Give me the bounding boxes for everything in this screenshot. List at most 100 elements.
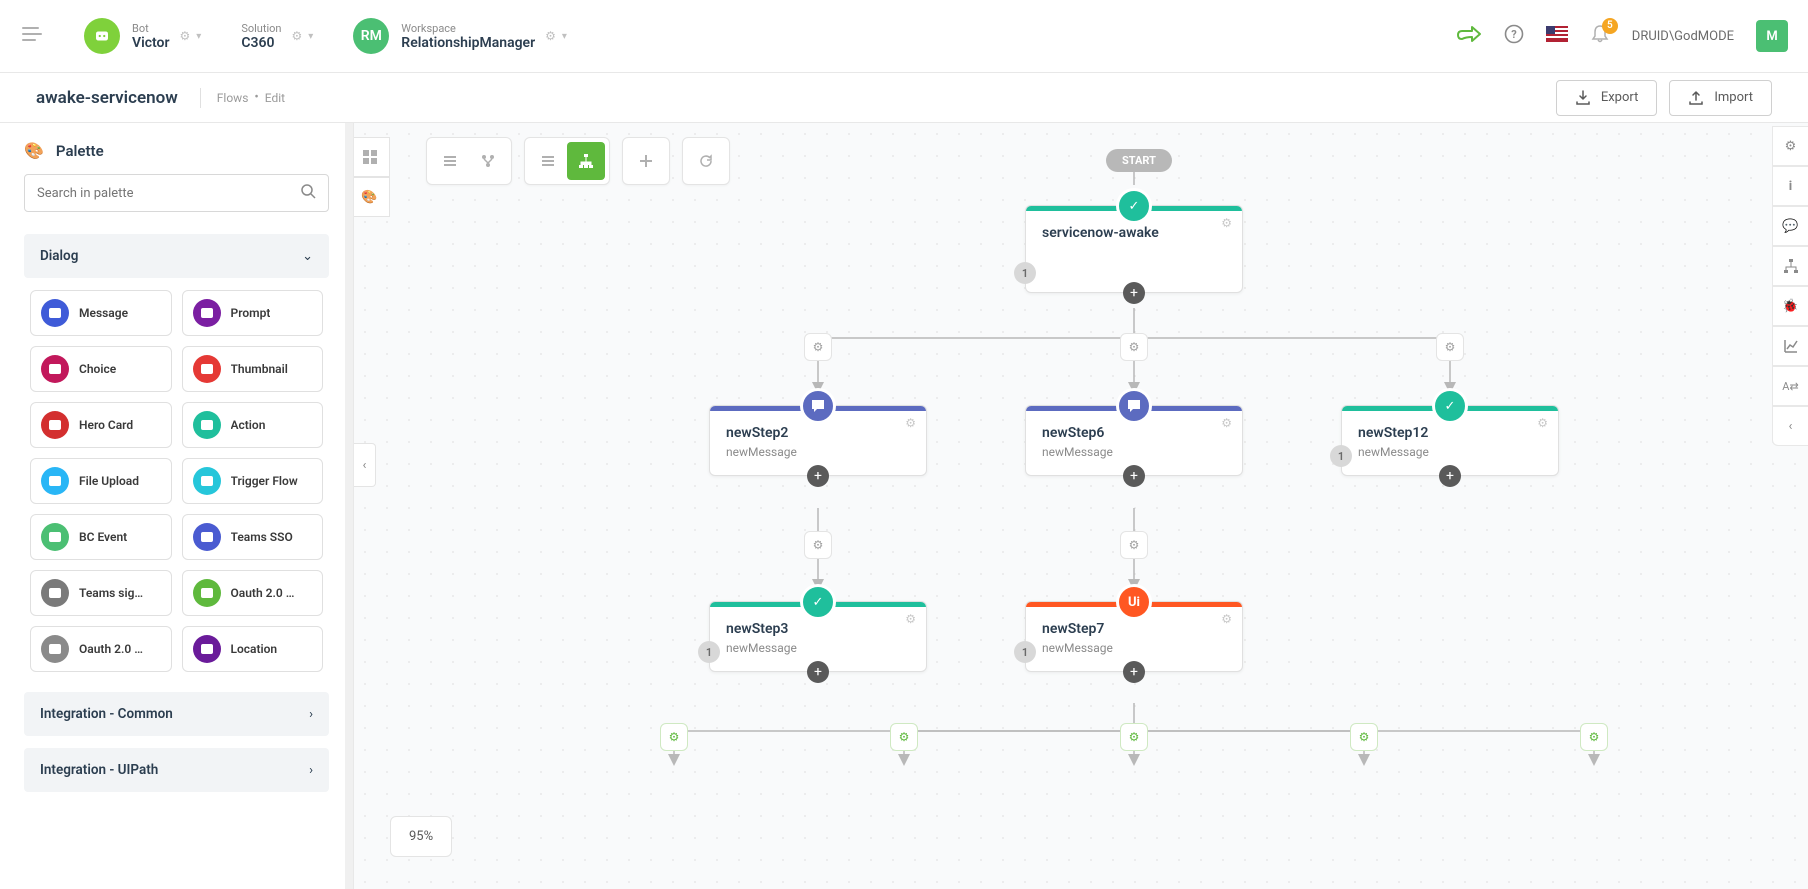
tree-layout-button[interactable]: [567, 142, 605, 180]
palette-item[interactable]: File Upload: [30, 458, 172, 504]
palette-item[interactable]: Teams SSO: [182, 514, 324, 560]
chat-icon[interactable]: 💬: [1772, 206, 1808, 246]
node-subtitle: newMessage: [1358, 445, 1542, 459]
node-newstep2[interactable]: ⚙ newStep2 newMessage +: [709, 405, 927, 476]
node-badge: 1: [698, 641, 720, 663]
add-child-button[interactable]: +: [807, 661, 829, 683]
add-child-button[interactable]: +: [1123, 465, 1145, 487]
accordion-integration-uipath[interactable]: Integration - UIPath ›: [24, 748, 329, 792]
translate-icon[interactable]: A⇄: [1772, 366, 1808, 406]
connector-gear[interactable]: ⚙: [1120, 723, 1148, 751]
hamburger-icon[interactable]: [20, 22, 44, 50]
accordion-integration-common[interactable]: Integration - Common ›: [24, 692, 329, 736]
palette-item-label: Choice: [79, 362, 116, 376]
palette-item[interactable]: Hero Card: [30, 402, 172, 448]
gear-icon[interactable]: ⚙: [180, 29, 191, 43]
add-child-button[interactable]: +: [807, 465, 829, 487]
search-input[interactable]: [37, 186, 300, 201]
palette-item[interactable]: Oauth 2.0 …: [182, 570, 324, 616]
connector-gear[interactable]: ⚙: [804, 531, 832, 559]
chevron-down-icon[interactable]: ▾: [196, 31, 201, 42]
help-icon[interactable]: ?: [1504, 24, 1524, 49]
palette-item[interactable]: Location: [182, 626, 324, 672]
export-button[interactable]: Export: [1556, 80, 1658, 116]
palette-item[interactable]: Action: [182, 402, 324, 448]
solution-selector[interactable]: Solution C360 ⚙ ▾: [241, 22, 313, 51]
flow-canvas[interactable]: 🎨 ‹ 95%: [354, 123, 1808, 889]
connector-gear[interactable]: ⚙: [1436, 333, 1464, 361]
list-layout-button[interactable]: [529, 142, 567, 180]
message-icon: [800, 388, 836, 424]
palette-item-icon: [193, 411, 221, 439]
node-newstep3[interactable]: ✓ ⚙ newStep3 newMessage 1 +: [709, 601, 927, 672]
palette-item[interactable]: BC Event: [30, 514, 172, 560]
gear-icon[interactable]: ⚙: [545, 29, 556, 43]
user-avatar[interactable]: M: [1756, 20, 1788, 52]
palette-icon: 🎨: [24, 141, 44, 160]
bell-icon[interactable]: 5: [1590, 24, 1610, 49]
right-rail: ⚙ i 💬 🐞 A⇄ ‹: [1772, 126, 1808, 446]
connector-gear[interactable]: ⚙: [1120, 333, 1148, 361]
gear-icon[interactable]: ⚙: [1537, 416, 1548, 430]
list-view-button[interactable]: [431, 142, 469, 180]
settings-icon[interactable]: ⚙: [1772, 126, 1808, 166]
gear-icon[interactable]: ⚙: [1221, 612, 1232, 626]
connector-gear[interactable]: ⚙: [660, 723, 688, 751]
gear-icon[interactable]: ⚙: [292, 29, 303, 43]
palette-search[interactable]: [24, 174, 329, 212]
connector-gear[interactable]: ⚙: [890, 723, 918, 751]
add-button[interactable]: [627, 142, 665, 180]
node-newstep7[interactable]: Ui ⚙ newStep7 newMessage 1 +: [1025, 601, 1243, 672]
gear-icon[interactable]: ⚙: [1221, 216, 1232, 230]
palette-item-label: Thumbnail: [231, 362, 288, 376]
chart-icon[interactable]: [1772, 326, 1808, 366]
connector-gear[interactable]: ⚙: [1350, 723, 1378, 751]
breadcrumb-flows[interactable]: Flows: [217, 91, 249, 105]
node-root[interactable]: ✓ ⚙ servicenow-awake 1 +: [1025, 205, 1243, 293]
hierarchy-icon[interactable]: [1772, 246, 1808, 286]
node-newstep12[interactable]: ✓ ⚙ newStep12 newMessage 1 +: [1341, 405, 1559, 476]
import-button[interactable]: Import: [1669, 80, 1772, 116]
connector-gear[interactable]: ⚙: [1580, 723, 1608, 751]
connector-gear[interactable]: ⚙: [1120, 531, 1148, 559]
branch-view-button[interactable]: [469, 142, 507, 180]
palette-item[interactable]: Prompt: [182, 290, 324, 336]
accordion-dialog[interactable]: Dialog ⌄: [24, 234, 329, 278]
chevron-down-icon[interactable]: ▾: [562, 31, 567, 42]
palette-item-icon: [193, 355, 221, 383]
palette-item[interactable]: Oauth 2.0 …: [30, 626, 172, 672]
node-title: newStep12: [1358, 425, 1542, 441]
bug-icon[interactable]: 🐞: [1772, 286, 1808, 326]
help-arrow-icon[interactable]: [1456, 23, 1482, 50]
palette-item[interactable]: Thumbnail: [182, 346, 324, 392]
collapse-sidebar-handle[interactable]: ‹: [354, 443, 376, 487]
zoom-indicator[interactable]: 95%: [390, 816, 452, 857]
node-title: newStep3: [726, 621, 910, 637]
palette-item-icon: [193, 467, 221, 495]
gear-icon[interactable]: ⚙: [1221, 416, 1232, 430]
add-child-button[interactable]: +: [1439, 465, 1461, 487]
palette-item[interactable]: Message: [30, 290, 172, 336]
node-title: newStep6: [1042, 425, 1226, 441]
connector-gear[interactable]: ⚙: [804, 333, 832, 361]
palette-item-label: Teams SSO: [231, 530, 293, 544]
workspace-selector[interactable]: RM Workspace RelationshipManager ⚙ ▾: [353, 18, 567, 54]
page-title: awake-servicenow: [36, 88, 178, 108]
node-newstep6[interactable]: ⚙ newStep6 newMessage +: [1025, 405, 1243, 476]
add-child-button[interactable]: +: [1123, 661, 1145, 683]
refresh-button[interactable]: [687, 142, 725, 180]
flag-icon[interactable]: [1546, 26, 1568, 47]
collapse-rail-icon[interactable]: ‹: [1772, 406, 1808, 446]
palette-item[interactable]: Teams sig…: [30, 570, 172, 616]
svg-text:?: ?: [1511, 28, 1517, 41]
breadcrumb-edit[interactable]: Edit: [265, 91, 285, 105]
gear-icon[interactable]: ⚙: [905, 612, 916, 626]
chevron-down-icon[interactable]: ▾: [308, 31, 313, 42]
palette-item[interactable]: Choice: [30, 346, 172, 392]
add-child-button[interactable]: +: [1123, 282, 1145, 304]
check-icon: ✓: [800, 584, 836, 620]
palette-item[interactable]: Trigger Flow: [182, 458, 324, 504]
info-icon[interactable]: i: [1772, 166, 1808, 206]
gear-icon[interactable]: ⚙: [905, 416, 916, 430]
bot-selector[interactable]: Bot Victor ⚙ ▾: [84, 18, 201, 54]
